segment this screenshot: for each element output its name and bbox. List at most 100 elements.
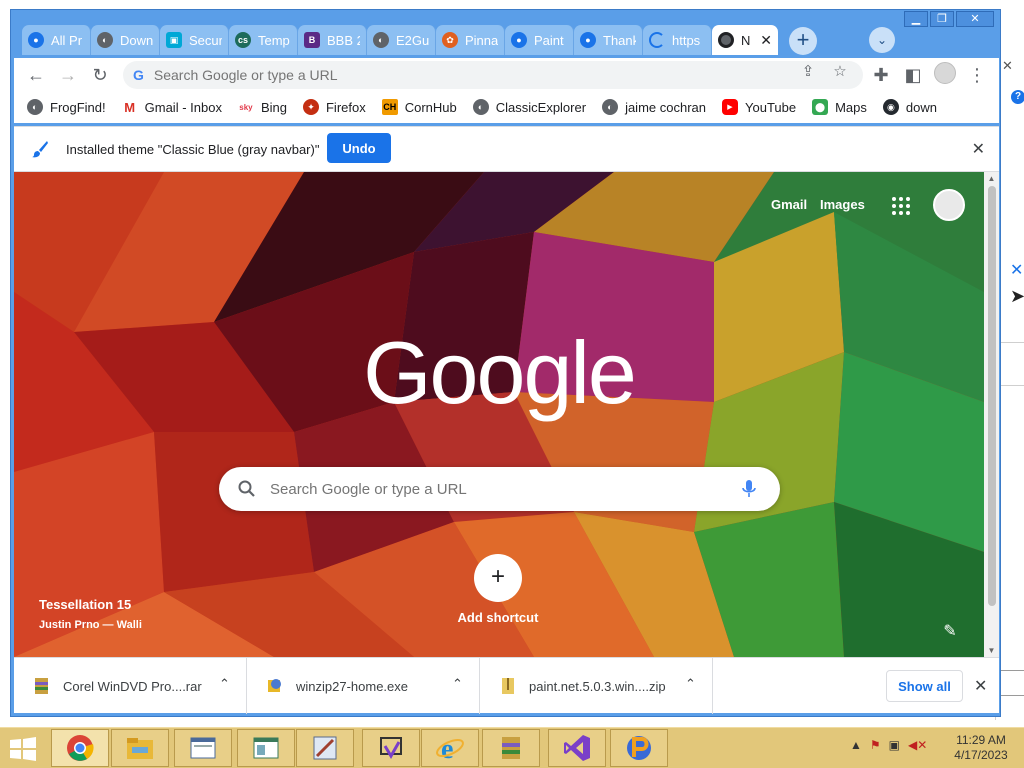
microphone-icon[interactable] xyxy=(741,478,757,500)
minimize-button[interactable]: ▁ xyxy=(904,11,928,27)
add-shortcut-button[interactable]: + xyxy=(474,554,522,602)
tab-title: All Pr xyxy=(51,32,83,48)
bookmark-maps[interactable]: ⬤ Maps xyxy=(812,99,867,115)
close-icon[interactable]: ✕ xyxy=(974,676,987,696)
download-item[interactable]: paint.net.5.0.3.win....zip ⌃ xyxy=(480,658,713,714)
images-link[interactable]: Images xyxy=(820,197,865,212)
scroll-up-icon[interactable]: ▲ xyxy=(984,174,999,183)
bookmark-gmail[interactable]: M Gmail - Inbox xyxy=(121,99,222,115)
taskbar-window-app-2[interactable] xyxy=(237,729,295,767)
background-title[interactable]: Tessellation 15 xyxy=(39,597,131,612)
tab-active[interactable]: N ✕ xyxy=(712,25,778,55)
system-tray: ▲ ⚑ ▣ ◀✕ xyxy=(850,738,927,752)
tab[interactable]: ▣ Secur xyxy=(160,25,229,55)
gmail-icon: M xyxy=(121,99,138,115)
bookmark-down[interactable]: ◉ down xyxy=(882,99,937,115)
chevron-up-icon[interactable]: ⌃ xyxy=(685,676,696,692)
show-all-downloads-button[interactable]: Show all xyxy=(886,670,963,702)
close-icon[interactable]: ✕ xyxy=(1010,260,1023,280)
ntp-search-input[interactable] xyxy=(270,478,710,500)
blue-balloon-icon: ● xyxy=(28,32,44,48)
forward-arrow-icon[interactable]: → xyxy=(57,64,79,86)
tab[interactable]: ● Thank xyxy=(574,25,643,55)
theme-infobar: Installed theme "Classic Blue (gray navb… xyxy=(14,126,999,172)
background-panel xyxy=(1000,342,1024,386)
bookmark-bing[interactable]: sky Bing xyxy=(237,99,287,115)
cube-icon: ▣ xyxy=(166,32,182,48)
background-author[interactable]: Justin Prno — Walli xyxy=(39,619,142,631)
bookmark-classicexplorer[interactable]: ◐ ClassicExplorer xyxy=(472,99,586,115)
tab[interactable]: ◐ E2Gu xyxy=(367,25,436,55)
vs-icon xyxy=(564,735,590,761)
reload-icon[interactable]: ↻ xyxy=(89,64,111,86)
chrome-icon xyxy=(718,32,734,48)
scrollbar-thumb[interactable] xyxy=(988,186,996,606)
scroll-down-icon[interactable]: ▼ xyxy=(984,646,999,655)
side-panel-icon[interactable]: ◧ xyxy=(902,64,924,86)
bookmark-label: Gmail - Inbox xyxy=(144,99,222,115)
share-icon[interactable]: ⇪ xyxy=(798,62,818,82)
tab-title: Temp xyxy=(258,32,290,48)
close-window-button[interactable]: ✕ xyxy=(956,11,994,27)
tab[interactable]: cs Temp xyxy=(229,25,298,55)
bookmark-cornhub[interactable]: CH CornHub xyxy=(381,99,457,115)
taskbar-paint-app[interactable] xyxy=(296,729,354,767)
taskbar-visual-studio[interactable] xyxy=(548,729,606,767)
chevron-up-icon[interactable]: ⌃ xyxy=(452,676,463,692)
bookmark-label: CornHub xyxy=(404,99,457,115)
google-apps-grid-icon[interactable] xyxy=(892,197,910,215)
bookmark-jaime-cochran[interactable]: ◐ jaime cochran xyxy=(602,99,706,115)
download-shelf: Corel WinDVD Pro....rar ⌃ winzip27-home.… xyxy=(14,657,999,714)
taskbar-archive-app[interactable] xyxy=(482,729,540,767)
close-tab-icon[interactable]: ✕ xyxy=(760,32,772,49)
address-bar[interactable]: G xyxy=(123,61,863,89)
background-close-icon[interactable]: ✕ xyxy=(1002,58,1013,74)
close-icon[interactable]: ✕ xyxy=(972,139,985,159)
taskbar-chrome[interactable] xyxy=(51,729,109,767)
tab-title: Secur xyxy=(189,32,222,48)
gmail-link[interactable]: Gmail xyxy=(771,197,807,212)
taskbar-internet-explorer[interactable]: e xyxy=(421,729,479,767)
bookmark-star-icon[interactable]: ☆ xyxy=(830,62,850,82)
ntp-search-box[interactable] xyxy=(219,467,780,511)
network-icon[interactable]: ▣ xyxy=(889,738,900,752)
action-center-flag-icon[interactable]: ⚑ xyxy=(870,738,881,752)
tab-search-button[interactable]: ⌄ xyxy=(869,27,895,53)
bookmark-frogfind[interactable]: ◐ FrogFind! xyxy=(27,99,106,115)
pencil-icon[interactable]: ✎ xyxy=(938,620,962,644)
tab[interactable]: B BBB 2 xyxy=(298,25,367,55)
tab[interactable]: ● All Pr xyxy=(22,25,91,55)
tab[interactable]: https xyxy=(643,25,712,55)
page-scrollbar[interactable]: ▲ ▼ xyxy=(984,172,999,657)
taskbar-clock[interactable]: 11:29 AM 4/17/2023 xyxy=(948,733,1014,763)
taskbar-visual-studio-installer[interactable] xyxy=(362,729,420,767)
tab[interactable]: ◐ Down xyxy=(91,25,160,55)
kebab-menu-icon[interactable]: ⋮ xyxy=(966,64,988,86)
extensions-puzzle-icon[interactable]: ✚ xyxy=(870,64,892,86)
taskbar-paint-net[interactable] xyxy=(610,729,668,767)
globe-icon: ◐ xyxy=(97,32,113,48)
back-arrow-icon[interactable]: ← xyxy=(25,64,47,86)
undo-button[interactable]: Undo xyxy=(327,133,391,163)
bookmark-youtube[interactable]: ▶ YouTube xyxy=(722,99,796,115)
chevron-up-icon[interactable]: ⌃ xyxy=(219,676,230,692)
omnibox-input[interactable] xyxy=(153,67,754,83)
windows-start-icon[interactable] xyxy=(9,737,37,761)
tab[interactable]: ✿ Pinna xyxy=(436,25,505,55)
tab[interactable]: ● Paint xyxy=(505,25,574,55)
profile-avatar[interactable] xyxy=(934,62,956,84)
volume-muted-icon[interactable]: ◀✕ xyxy=(908,738,927,752)
svg-text:e: e xyxy=(441,734,453,763)
taskbar-file-explorer[interactable] xyxy=(111,729,169,767)
download-item[interactable]: Corel WinDVD Pro....rar ⌃ xyxy=(14,658,247,714)
download-item[interactable]: winzip27-home.exe ⌃ xyxy=(247,658,480,714)
show-hidden-icons-icon[interactable]: ▲ xyxy=(850,738,862,752)
new-tab-button[interactable]: + xyxy=(789,27,817,55)
bookmark-label: jaime cochran xyxy=(625,99,706,115)
taskbar-window-app-1[interactable] xyxy=(174,729,232,767)
help-icon[interactable]: ? xyxy=(1011,90,1024,104)
restore-button[interactable]: ❐ xyxy=(930,11,954,27)
bookmark-firefox[interactable]: ✦ Firefox xyxy=(302,99,366,115)
background-input[interactable] xyxy=(1000,670,1024,696)
account-avatar[interactable] xyxy=(933,189,965,221)
